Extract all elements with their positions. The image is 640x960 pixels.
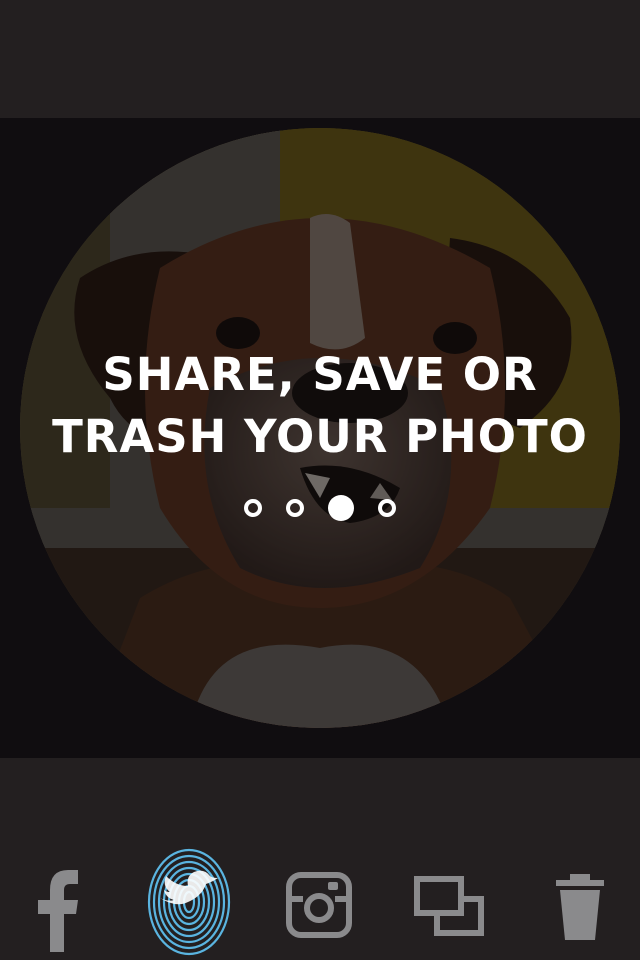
twitter-fingerprint-icon xyxy=(147,848,231,956)
save-button[interactable] xyxy=(414,876,484,936)
page-dot-2[interactable] xyxy=(286,499,304,517)
instagram-icon xyxy=(286,872,352,938)
title-line-1: SHARE, SAVE OR xyxy=(102,348,538,401)
facebook-button[interactable] xyxy=(36,866,78,956)
onboarding-title: SHARE, SAVE OR TRASH YOUR PHOTO xyxy=(0,344,640,468)
share-bar xyxy=(0,758,640,960)
trash-icon xyxy=(556,874,604,940)
page-indicator xyxy=(0,495,640,521)
page-dot-3-active[interactable] xyxy=(328,495,354,521)
title-line-2: TRASH YOUR PHOTO xyxy=(52,410,588,463)
page-dot-1[interactable] xyxy=(244,499,262,517)
photo-stage: SHARE, SAVE OR TRASH YOUR PHOTO xyxy=(0,118,640,758)
page-dot-4[interactable] xyxy=(378,499,396,517)
twitter-button[interactable] xyxy=(146,846,232,958)
save-copy-icon xyxy=(414,876,484,936)
top-bar xyxy=(0,0,640,118)
facebook-icon xyxy=(38,870,78,952)
trash-button[interactable] xyxy=(556,874,604,940)
instagram-button[interactable] xyxy=(286,872,352,938)
